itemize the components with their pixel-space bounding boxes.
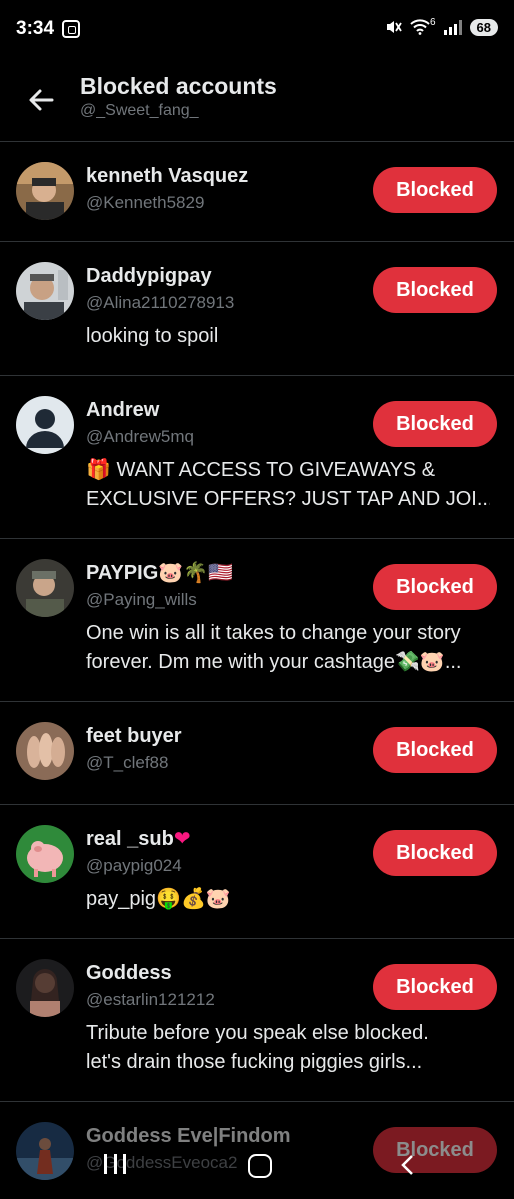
avatar[interactable] [16,262,74,320]
bio-line: let's drain those fucking piggies girls.… [86,1051,423,1073]
home-icon[interactable] [248,1154,272,1178]
bio-line: looking to spoil [86,325,219,347]
mute-icon [386,21,402,33]
account-bio: One win is all it takes to change your s… [86,619,498,677]
heart-icon: ❤ [173,828,191,850]
system-nav-bar [0,1140,514,1199]
blocked-button[interactable]: Blocked [373,830,497,876]
network-label: 6 [429,16,436,28]
back-arrow-icon[interactable] [22,80,62,120]
wifi-icon [410,19,430,35]
avatar[interactable] [16,396,74,454]
nav-back-icon[interactable] [398,1154,418,1176]
account-name-text: real _sub [86,828,174,850]
blocked-button[interactable]: Blocked [373,564,497,610]
account-row[interactable]: PAYPIG🐷🌴🇺🇸 @Paying_wills One win is all … [0,539,514,702]
account-bio: looking to spoil [86,322,498,351]
page-header: Blocked accounts @_Sweet_fang_ [0,60,514,142]
bio-line: EXCLUSIVE OFFERS? JUST TAP AND JOI... [86,488,490,510]
avatar[interactable] [16,162,74,220]
status-bar: 3:34 6 68 [0,0,514,60]
account-row[interactable]: real _sub❤ @paypig024 pay_pig🤑💰🐷 Blocked [0,805,514,939]
page-subtitle: @_Sweet_fang_ [80,102,199,119]
avatar[interactable] [16,825,74,883]
account-row[interactable]: kenneth Vasquez @Kenneth5829 Blocked [0,142,514,242]
blocked-button[interactable]: Blocked [373,401,497,447]
bio-line: pay_pig🤑💰🐷 [86,888,231,910]
account-bio: 🎁 WANT ACCESS TO GIVEAWAYS & EXCLUSIVE O… [86,456,498,514]
battery-icon: 68 [469,18,498,36]
bio-line: forever. Dm me with your cashtage💸🐷... [86,651,462,673]
status-icons: 6 68 [384,16,498,36]
screenshot-icon [62,20,80,38]
signal-icon [443,19,462,35]
page-title: Blocked accounts [80,73,277,99]
account-bio: Tribute before you speak else blocked. l… [86,1019,498,1077]
account-row[interactable]: Andrew @Andrew5mq 🎁 WANT ACCESS TO GIVEA… [0,376,514,539]
account-row[interactable]: Daddypigpay @Alina2110278913 looking to … [0,242,514,376]
blocked-button[interactable]: Blocked [373,267,497,313]
blocked-button[interactable]: Blocked [373,167,497,213]
blocked-button[interactable]: Blocked [373,964,497,1010]
account-row[interactable]: Goddess @estarlin121212 Tribute before y… [0,939,514,1102]
blocked-accounts-list: kenneth Vasquez @Kenneth5829 Blocked Dad… [0,142,514,1199]
recents-icon[interactable] [104,1154,126,1174]
bio-line: 🎁 WANT ACCESS TO GIVEAWAYS & [86,459,436,481]
account-row[interactable]: feet buyer @T_clef88 Blocked [0,702,514,805]
default-avatar-icon [16,396,74,454]
blocked-button[interactable]: Blocked [373,727,497,773]
avatar[interactable] [16,559,74,617]
account-bio: pay_pig🤑💰🐷 [86,885,498,914]
status-time: 3:34 [16,18,55,39]
avatar[interactable] [16,959,74,1017]
bio-line: One win is all it takes to change your s… [86,622,461,644]
avatar[interactable] [16,722,74,780]
bio-line: Tribute before you speak else blocked. [86,1022,429,1044]
